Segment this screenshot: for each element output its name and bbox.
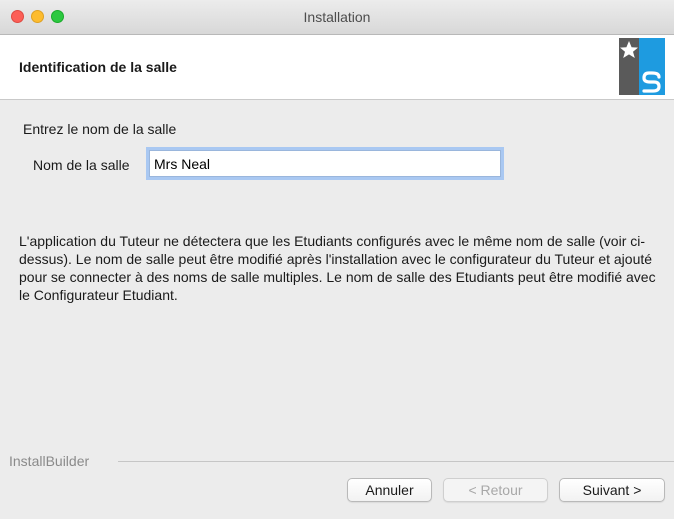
info-text: L'application du Tuteur ne détectera que… [19, 233, 656, 303]
star-s-logo-icon [619, 38, 665, 95]
room-name-input[interactable] [146, 147, 504, 180]
installbuilder-brand: InstallBuilder [9, 453, 90, 469]
footer-divider [118, 461, 674, 462]
window-title: Installation [303, 9, 371, 25]
cancel-button[interactable]: Annuler [347, 478, 432, 502]
page-header: Identification de la salle [0, 35, 674, 100]
title-bar[interactable]: Installation [0, 0, 674, 35]
installer-window: Installation Identification de la salle … [0, 0, 674, 519]
page-title: Identification de la salle [19, 59, 177, 75]
room-name-label: Nom de la salle [33, 157, 130, 173]
back-button[interactable]: < Retour [443, 478, 548, 502]
room-name-prompt: Entrez le nom de la salle [23, 121, 177, 137]
next-button[interactable]: Suivant > [559, 478, 665, 502]
